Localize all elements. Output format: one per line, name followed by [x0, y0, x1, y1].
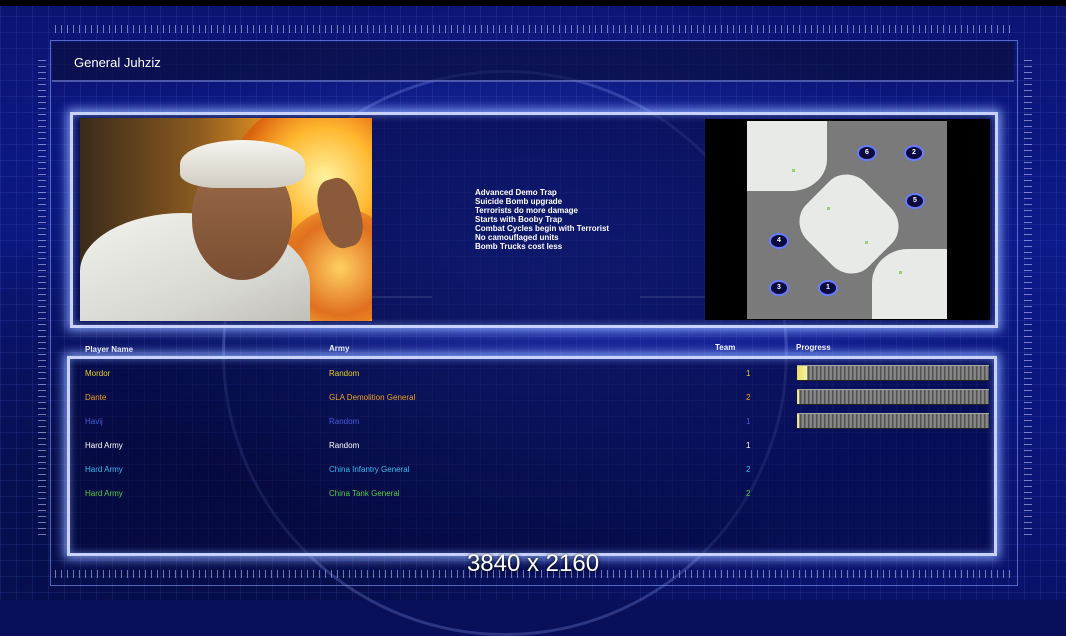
page-title: General Juhziz	[74, 55, 161, 70]
player-name: Hard Army	[85, 465, 123, 474]
trait-item: Starts with Booby Trap	[475, 215, 563, 224]
player-team: 2	[746, 465, 751, 474]
map-snow-area	[747, 121, 827, 191]
player-team: 1	[746, 441, 751, 450]
progress-bar	[797, 389, 989, 405]
general-portrait	[80, 118, 372, 321]
header-band	[52, 42, 1014, 82]
system-top-bar	[0, 0, 1066, 6]
player-army: China Tank General	[329, 489, 400, 498]
map-start-marker: 5	[905, 193, 925, 209]
player-name: Dante	[85, 393, 107, 402]
trait-item: Advanced Demo Trap	[475, 188, 557, 197]
player-army: Random	[329, 417, 360, 426]
progress-fill	[797, 414, 799, 428]
map-start-marker: 6	[857, 145, 877, 161]
player-team: 2	[746, 489, 751, 498]
general-traits-list: Advanced Demo Trap Suicide Bomb upgrade …	[475, 188, 609, 251]
progress-bar	[797, 365, 989, 381]
trait-item: Bomb Trucks cost less	[475, 242, 563, 251]
progress-fill	[797, 366, 807, 380]
trait-item: Suicide Bomb upgrade	[475, 197, 563, 206]
portrait-turban	[180, 140, 305, 188]
player-name: Mordor	[85, 369, 111, 378]
column-header-army: Army	[329, 344, 350, 353]
table-row: Hard Army Random 1	[0, 441, 1066, 453]
map-start-marker: 3	[769, 280, 789, 296]
player-name: Hard Army	[85, 441, 123, 450]
column-header-player-name: Player Name	[85, 345, 134, 354]
map-tree	[827, 207, 830, 210]
map-preview: 6 2 5 4 3 1	[705, 119, 990, 320]
player-army: China Infantry General	[329, 465, 410, 474]
map-snow-area	[872, 249, 947, 319]
player-army: Random	[329, 441, 360, 450]
player-army: Random	[329, 369, 360, 378]
trait-item: No camouflaged units	[475, 233, 559, 242]
player-name: Havij	[85, 417, 103, 426]
trait-item: Combat Cycles begin with Terrorist	[475, 224, 610, 233]
players-table	[67, 356, 997, 556]
map-start-marker: 2	[904, 145, 924, 161]
map-start-marker: 4	[769, 233, 789, 249]
column-header-progress: Progress	[796, 343, 831, 352]
column-header-team: Team	[715, 343, 736, 352]
player-army: GLA Demolition General	[329, 393, 416, 402]
map-tree	[792, 169, 795, 172]
progress-fill	[797, 390, 799, 404]
map-start-marker: 1	[818, 280, 838, 296]
resolution-watermark: 3840 x 2160	[466, 550, 600, 577]
ruler-top	[55, 25, 1015, 33]
map-tree	[865, 241, 868, 244]
trait-item: Terrorists do more damage	[475, 206, 578, 215]
map-tree	[899, 271, 902, 274]
player-team: 2	[746, 393, 751, 402]
table-row: Hard Army China Infantry General 2	[0, 465, 1066, 477]
player-name: Hard Army	[85, 489, 123, 498]
progress-bar	[797, 413, 989, 429]
player-team: 1	[746, 369, 751, 378]
player-team: 1	[746, 417, 751, 426]
table-row: Hard Army China Tank General 2	[0, 489, 1066, 501]
